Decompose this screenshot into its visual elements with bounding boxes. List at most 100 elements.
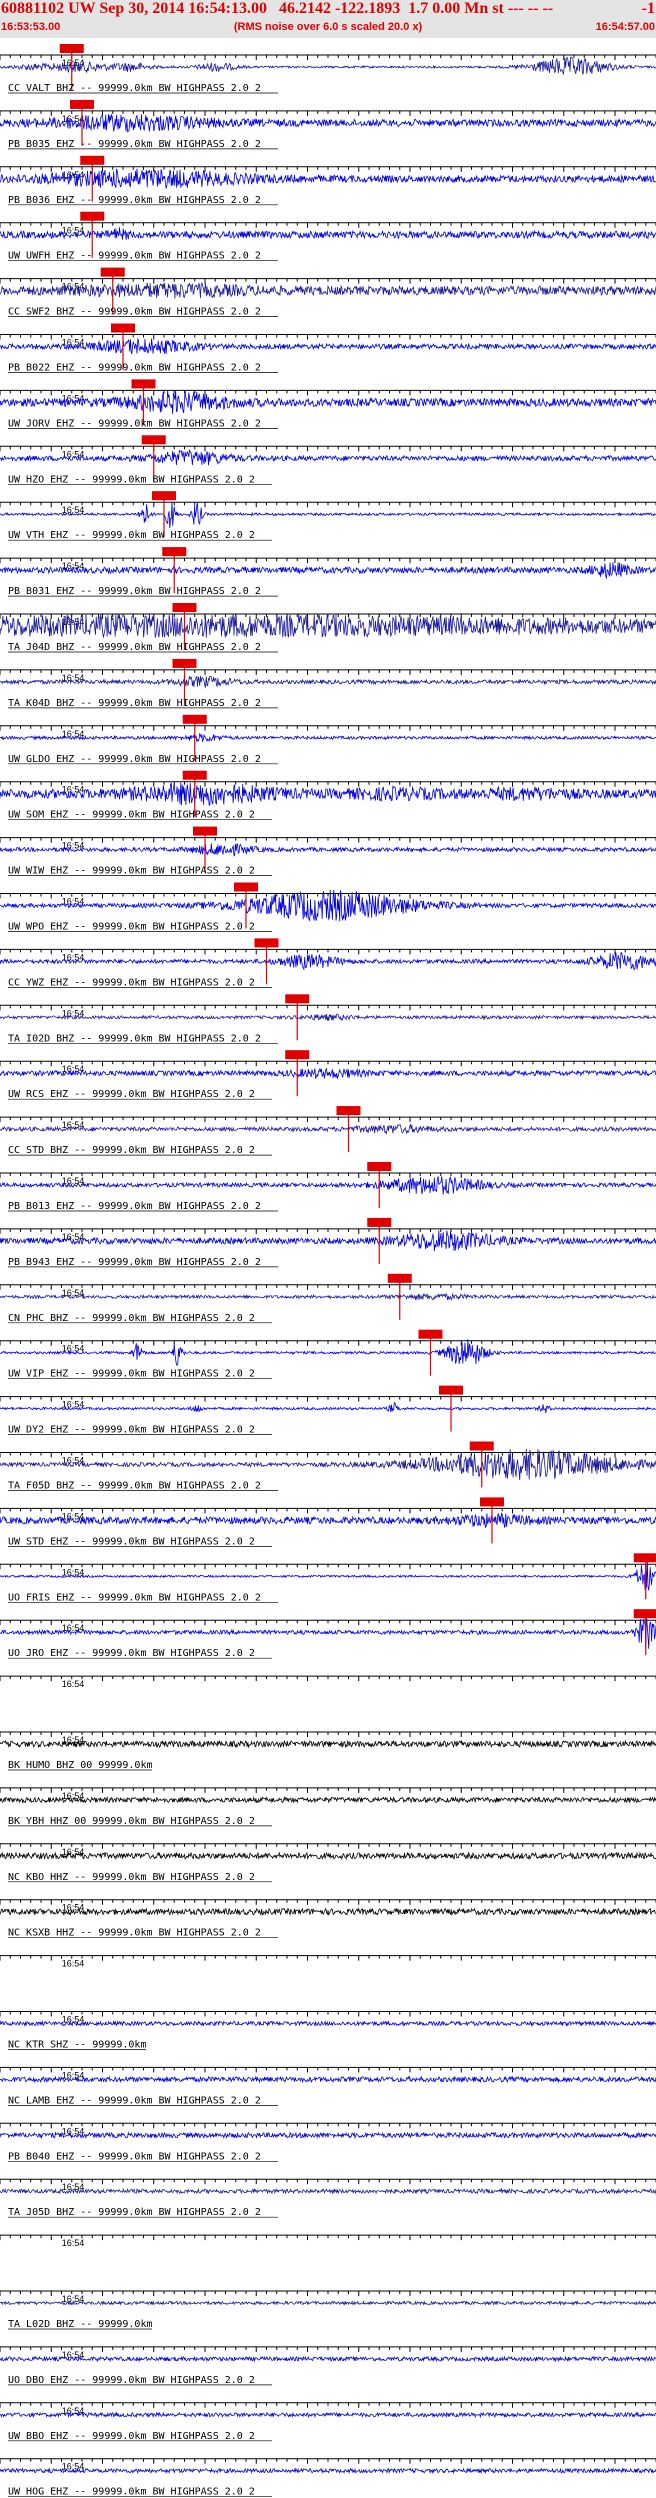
pick-marker <box>633 1553 656 1563</box>
pick-marker <box>367 1162 392 1171</box>
minute-label: 16:54 <box>62 1959 85 1969</box>
station-label: TA F05D BHZ -- 99999.0km BW HIGHPASS 2.0… <box>8 1481 261 1492</box>
waveform-line <box>0 562 656 579</box>
pick-marker <box>285 994 310 1004</box>
waveform-line <box>0 1175 656 1195</box>
waveform-line <box>0 2187 656 2195</box>
waveform-line <box>0 390 656 415</box>
trace-31: 16:54BK YBH HHZ 00 99999.0km BW HIGHPASS… <box>0 1787 656 1827</box>
pick-marker <box>193 826 217 836</box>
waveform-line <box>0 2075 656 2084</box>
trace-6: 16:54UW JORV EHZ -- 99999.0km BW HIGHPAS… <box>0 379 656 429</box>
trace-26: 16:54UW STD EHZ -- 99999.0km BW HIGHPASS… <box>0 1497 656 1547</box>
waveform-line <box>0 56 656 75</box>
waveform-line <box>0 843 656 857</box>
trace-36: 16:54NC LAMB EHZ -- 99999.0km BW HIGHPAS… <box>0 2066 656 2106</box>
trace-19: 16:54CC STD BHZ -- 99999.0km BW HIGHPASS… <box>0 1106 656 1156</box>
minute-label: 16:54 <box>62 1623 85 1633</box>
pick-marker <box>80 155 105 165</box>
waveform-line <box>0 1402 656 1413</box>
station-label: UO FRIS EHZ -- 99999.0km BW HIGHPASS 2.0… <box>8 1592 261 1603</box>
pick-marker <box>418 1329 443 1339</box>
waveform-line <box>0 1512 656 1529</box>
trace-8: 16:54UW VTH EHZ -- 99999.0km BW HIGHPASS… <box>0 491 656 541</box>
station-label: NC KBO HHZ -- 99999.0km BW HIGHPASS 2.0 … <box>8 1872 255 1883</box>
waveform-line <box>0 2020 656 2027</box>
trace-10: 16:54TA J04D BHZ -- 99999.0km BW HIGHPAS… <box>0 603 656 653</box>
pick-marker <box>439 1385 463 1395</box>
trace-38: 16:54TA J05D BHZ -- 99999.0km BW HIGHPAS… <box>0 2178 656 2218</box>
trace-20: 16:54PB B013 EHZ -- 99999.0km BW HIGHPAS… <box>0 1162 656 1212</box>
seismogram-plot: 16:54 CC VALT BHZ -- 99999.0km BW HIGHPAS… <box>0 44 656 2498</box>
trace-14: 16:54UW WIW EHZ -- 99999.0km BW HIGHPASS… <box>0 826 656 877</box>
station-label: BK YBH HHZ 00 99999.0km BW HIGHPASS 2.0 … <box>8 1816 255 1827</box>
trace-32: 16:54 NC KBO HHZ -- 99999.0km BW HIGHPASS… <box>0 1843 656 1883</box>
waveform-line <box>0 675 656 689</box>
trace-4: 16:54CC SWF2 BHZ -- 99999.0km BW HIGHPAS… <box>0 267 656 318</box>
trace-23: 16:54UW VIP EHZ -- 99999.0km BW HIGHPASS… <box>0 1329 656 1380</box>
trace-43: 16:54UW HOG EHZ -- 99999.0km BW HIGHPASS… <box>0 2458 656 2498</box>
station-label: UW HOG EHZ -- 99999.0km BW HIGHPASS 2.0 … <box>8 2487 255 2498</box>
trace-2: 16:54PB B036 EHZ -- 99999.0km BW HIGHPAS… <box>0 155 656 206</box>
waveform-line <box>0 1013 656 1022</box>
station-label: CC SWF2 BHZ -- 99999.0km BW HIGHPASS 2.0… <box>8 307 261 318</box>
trace-33: 16:54NC KSXB HHZ -- 99999.0km BW HIGHPAS… <box>0 1899 656 1939</box>
station-label: UW JORV EHZ -- 99999.0km BW HIGHPASS 2.0… <box>8 418 261 429</box>
waveform-line <box>0 1067 656 1080</box>
station-label: PB B040 EHZ -- 99999.0km BW HIGHPASS 2.0… <box>8 2151 261 2162</box>
waveform-line <box>0 1230 656 1252</box>
waveform-line <box>0 2411 656 2419</box>
station-label: PB B036 EHZ -- 99999.0km BW HIGHPASS 2.0… <box>8 195 261 206</box>
trace-30: 16:54BK HUMO BHZ 00 99999.0km <box>0 1731 656 1771</box>
pick-marker <box>254 938 279 948</box>
trace-28: 16:54 UO JRO EHZ -- 99999.0km BW HIGHPASS… <box>0 1609 656 1659</box>
rms-note: (RMS noise over 6.0 s scaled 20.0 x) <box>233 21 423 33</box>
minute-label: 16:54 <box>62 1679 85 1689</box>
pick-marker <box>141 435 166 445</box>
station-label: CC STD BHZ -- 99999.0km BW HIGHPASS 2.0 … <box>8 1145 255 1156</box>
minute-label: 16:54 <box>62 2126 85 2136</box>
trace-24: 16:54UW DY2 EHZ -- 99999.0km BW HIGHPASS… <box>0 1385 656 1436</box>
waveform-line <box>0 732 656 743</box>
station-label: UW STD EHZ -- 99999.0km BW HIGHPASS 2.0 … <box>8 1536 255 1547</box>
station-label: TA K04D BHZ -- 99999.0km BW HIGHPASS 2.0… <box>8 698 261 709</box>
pick-marker <box>172 603 197 612</box>
pick-marker <box>59 44 84 53</box>
pick-marker <box>131 379 156 389</box>
station-label: TA J04D BHZ -- 99999.0km BW HIGHPASS 2.0… <box>8 642 261 653</box>
trace-21: 16:54PB B943 EHZ -- 99999.0km BW HIGHPAS… <box>0 1217 656 1268</box>
waveform-line <box>0 113 656 133</box>
waveform-line <box>0 1796 656 1804</box>
station-label: BK HUMO BHZ 00 99999.0km <box>8 1760 153 1771</box>
station-label: CN PHC BHZ -- 99999.0km BW HIGHPASS 2.0 … <box>8 1313 255 1324</box>
trace-0: 16:54CC VALT BHZ -- 99999.0km BW HIGHPAS… <box>0 44 656 94</box>
station-label: PB B035 EHZ -- 99999.0km BW HIGHPASS 2.0… <box>8 139 261 150</box>
station-label: CC VALT BHZ -- 99999.0km BW HIGHPASS 2.0… <box>8 83 261 94</box>
trace-18: 16:54UW RCS EHZ -- 99999.0km BW HIGHPASS… <box>0 1050 656 1100</box>
station-label: PB B013 EHZ -- 99999.0km BW HIGHPASS 2.0… <box>8 1201 261 1212</box>
trace-5: 16:54PB B022 EHZ -- 99999.0km BW HIGHPAS… <box>0 323 656 374</box>
station-label: NC KTR SHZ -- 99999.0km <box>8 2040 146 2051</box>
trace-35: 16:54NC KTR SHZ -- 99999.0km <box>0 2011 656 2051</box>
minute-label: 16:54 <box>62 1847 85 1857</box>
trace-37: 16:54 PB B040 EHZ -- 99999.0km BW HIGHPAS… <box>0 2122 656 2162</box>
pick-marker <box>285 1050 310 1060</box>
minute-label: 16:54 <box>62 1008 85 1018</box>
station-label: PB B022 EHZ -- 99999.0km BW HIGHPASS 2.0… <box>8 363 261 374</box>
trace-9: 16:54PB B031 EHZ -- 99999.0km BW HIGHPAS… <box>0 547 656 597</box>
waveform-line <box>0 281 656 299</box>
pick-marker <box>80 211 105 221</box>
waveform-line <box>0 168 656 189</box>
station-label: UO DBO EHZ -- 99999.0km BW HIGHPASS 2.0 … <box>8 2375 255 2386</box>
station-label: UW RCS EHZ -- 99999.0km BW HIGHPASS 2.0 … <box>8 1089 255 1100</box>
pick-marker <box>162 547 187 557</box>
station-label: UW VIP EHZ -- 99999.0km BW HIGHPASS 2.0 … <box>8 1369 255 1380</box>
trace-15: 16:54UW WPO EHZ -- 99999.0km BW HIGHPASS… <box>0 882 656 933</box>
waveform-line <box>0 2300 656 2307</box>
station-label: UW HZO EHZ -- 99999.0km BW HIGHPASS 2.0 … <box>8 474 255 485</box>
pick-marker <box>336 1106 361 1116</box>
trace-27: 16:54UO FRIS EHZ -- 99999.0km BW HIGHPAS… <box>0 1553 656 1603</box>
trace-29: 16:54 <box>0 1675 656 1689</box>
waveform-line <box>0 501 656 529</box>
waveform-line <box>0 1123 656 1135</box>
